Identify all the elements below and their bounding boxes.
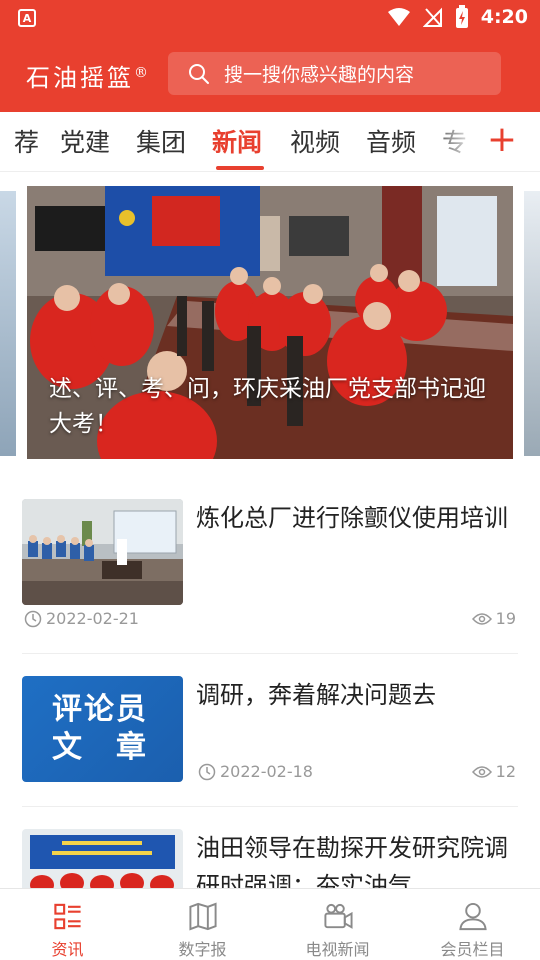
nav-tv-news[interactable]: 电视新闻 bbox=[270, 889, 405, 960]
news-title[interactable]: 调研，奔着解决问题去 bbox=[196, 676, 516, 714]
active-tab-indicator bbox=[216, 166, 264, 170]
eye-icon bbox=[471, 765, 492, 778]
clock-icon bbox=[198, 763, 216, 780]
view-count: 12 bbox=[471, 762, 516, 781]
status-bar: A 4:20 bbox=[0, 0, 540, 36]
banner-slide[interactable]: 述、评、考、问，环庆采油厂党支部书记迎大考！ bbox=[27, 186, 513, 459]
nav-member-label: 会员栏目 bbox=[440, 940, 505, 959]
tab-fade bbox=[428, 112, 476, 170]
bottom-navigation: 资讯 数字报 电视新闻 会员栏目 bbox=[0, 888, 540, 960]
brand-name: 石油摇篮 bbox=[26, 64, 134, 92]
nav-digital-paper[interactable]: 数字报 bbox=[135, 889, 270, 960]
nav-news-label: 资讯 bbox=[51, 940, 84, 959]
tab-news[interactable]: 新闻 bbox=[212, 123, 262, 159]
tab-recommend[interactable]: 荐 bbox=[14, 123, 39, 159]
divider bbox=[22, 653, 518, 654]
status-icons: 4:20 bbox=[387, 5, 528, 29]
thumbnail-text-line2: 文 章 bbox=[52, 730, 148, 765]
news-list-icon bbox=[53, 903, 81, 930]
news-title[interactable]: 炼化总厂进行除颤仪使用培训 bbox=[196, 499, 516, 537]
news-date: 2022-02-21 bbox=[24, 609, 139, 628]
newspaper-icon bbox=[188, 902, 217, 931]
video-camera-icon bbox=[323, 903, 353, 929]
search-placeholder: 搜一搜你感兴趣的内容 bbox=[224, 64, 415, 86]
meeting-photo bbox=[22, 829, 183, 888]
next-slide-peek[interactable] bbox=[524, 191, 540, 456]
news-date-text: 2022-02-21 bbox=[46, 609, 139, 628]
battery-icon bbox=[455, 5, 468, 28]
view-count-text: 19 bbox=[495, 609, 516, 628]
news-date: 2022-02-18 bbox=[198, 762, 313, 781]
registered-mark: ® bbox=[134, 65, 148, 81]
training-photo bbox=[22, 499, 183, 605]
nav-member[interactable]: 会员栏目 bbox=[405, 889, 540, 960]
tab-party-building[interactable]: 党建 bbox=[60, 123, 110, 159]
search-icon bbox=[189, 63, 209, 84]
clock: 4:20 bbox=[480, 6, 528, 28]
banner-carousel[interactable]: 述、评、考、问，环庆采油厂党支部书记迎大考！ bbox=[0, 186, 540, 459]
add-channel-button[interactable]: + bbox=[486, 120, 518, 160]
app-header: 石油摇篮® 搜一搜你感兴趣的内容 bbox=[0, 36, 540, 112]
news-item[interactable]: 评论员 文 章 调研，奔着解决问题去 2022-02-18 12 bbox=[22, 676, 518, 786]
news-thumbnail bbox=[22, 829, 183, 888]
view-count: 19 bbox=[471, 609, 516, 628]
news-thumbnail bbox=[22, 499, 183, 605]
app-logo: 石油摇篮® bbox=[26, 58, 148, 93]
app-notification-icon: A bbox=[18, 9, 36, 27]
no-signal-icon bbox=[422, 7, 442, 27]
wifi-icon bbox=[387, 8, 410, 26]
category-tabs: 荐 党建 集团 新闻 视频 音频 专 + bbox=[0, 112, 540, 172]
clock-icon bbox=[24, 610, 42, 627]
banner-caption: 述、评、考、问，环庆采油厂党支部书记迎大考！ bbox=[49, 376, 486, 437]
tab-group[interactable]: 集团 bbox=[136, 123, 186, 159]
divider bbox=[22, 806, 518, 807]
news-thumbnail: 评论员 文 章 bbox=[22, 676, 183, 782]
eye-icon bbox=[471, 612, 492, 625]
user-icon bbox=[458, 902, 487, 931]
nav-tv-news-label: 电视新闻 bbox=[305, 940, 370, 959]
news-title[interactable]: 油田领导在勘探开发研究院调研时强调：夯实油气 bbox=[196, 829, 516, 888]
news-date-text: 2022-02-18 bbox=[220, 762, 313, 781]
nav-news[interactable]: 资讯 bbox=[0, 889, 135, 960]
search-bar[interactable]: 搜一搜你感兴趣的内容 bbox=[168, 52, 501, 95]
previous-slide-peek[interactable] bbox=[0, 191, 16, 456]
news-item[interactable]: 油田领导在勘探开发研究院调研时强调：夯实油气 bbox=[22, 829, 518, 888]
view-count-text: 12 bbox=[495, 762, 516, 781]
tab-audio[interactable]: 音频 bbox=[366, 123, 416, 159]
news-item[interactable]: 炼化总厂进行除颤仪使用培训 2022-02-21 19 bbox=[22, 499, 518, 629]
thumbnail-text-line1: 评论员 bbox=[52, 692, 148, 727]
tab-video[interactable]: 视频 bbox=[290, 123, 340, 159]
nav-digital-paper-label: 数字报 bbox=[178, 940, 227, 959]
